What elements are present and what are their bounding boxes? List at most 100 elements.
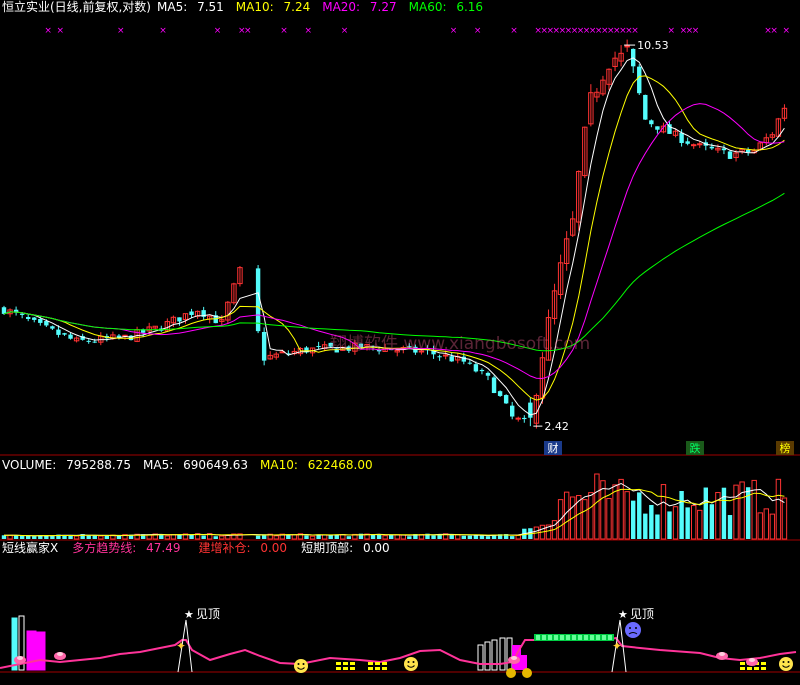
volume-bar: [733, 484, 739, 540]
candle-body: [727, 151, 733, 159]
indicator-title: 短线赢家X: [2, 541, 59, 555]
volume-bar: [606, 498, 612, 540]
tag-label: 榜: [780, 441, 791, 455]
yellow-block: [343, 662, 348, 665]
candle-body: [449, 356, 454, 362]
volume-bar: [219, 535, 225, 540]
volume-bar: [394, 534, 400, 540]
volume-bar: [624, 491, 630, 540]
candle-body: [709, 146, 715, 149]
volume-bar: [643, 513, 648, 539]
yellow-block: [343, 667, 348, 670]
candle-body: [68, 334, 73, 339]
volume-bar: [19, 535, 25, 539]
volume-bar: [709, 504, 715, 539]
top-signal-label: 见顶: [630, 607, 654, 621]
candle-body: [515, 417, 521, 420]
candle-body: [473, 364, 479, 372]
candle-body: [624, 45, 630, 48]
candle-body: [491, 377, 497, 394]
volume-bar: [455, 534, 461, 540]
indicator-bar: [506, 637, 513, 671]
yellow-block: [368, 662, 373, 665]
top-signal-label: 见顶: [196, 607, 220, 621]
candle-body: [479, 369, 485, 372]
sad-face-icon: [625, 622, 641, 638]
candle-body: [86, 340, 91, 342]
volume-header: VOLUME: 795288.75 MA5: 690649.63 MA10: 622…: [2, 458, 385, 472]
candle-body: [721, 148, 727, 151]
signal-cross: ×: [159, 26, 167, 36]
candle-body: [44, 321, 49, 326]
sad-face-eye: [635, 627, 637, 629]
signal-cross: ×: [244, 26, 252, 36]
volume-bar: [721, 487, 727, 539]
candle-body: [26, 317, 31, 319]
add-position-cell: [560, 635, 564, 640]
candle-body: [691, 144, 697, 147]
yellow-block: [375, 662, 380, 665]
ma20-label: MA20: 7.27: [322, 0, 397, 14]
min-price-label: 2.42: [544, 420, 569, 433]
volume-bar: [189, 534, 194, 539]
yellow-block: [747, 667, 752, 670]
volume-bar: [781, 497, 788, 540]
yellow-block: [761, 667, 766, 670]
yellow-block: [375, 667, 380, 670]
add-position-cell: [590, 635, 594, 640]
signal-cross: ×: [510, 26, 518, 36]
indicator-bar: [35, 631, 46, 671]
smiley-eye: [412, 661, 415, 663]
volume-bar: [389, 534, 394, 539]
signal-cross: ×: [668, 26, 676, 36]
volume-bar: [261, 534, 267, 539]
candle-body: [643, 94, 648, 120]
volume-bar: [775, 478, 782, 540]
flower-petal: [17, 656, 23, 660]
volume-bar: [515, 534, 521, 540]
volume-bar: [98, 535, 104, 540]
candle-body: [189, 311, 194, 315]
volume-bar: [7, 534, 13, 540]
volume-bar: [751, 479, 757, 540]
candle-body: [437, 356, 442, 358]
volume-bar: [660, 484, 667, 540]
candle-body: [697, 143, 703, 146]
volume-bar: [376, 534, 382, 539]
volume-bar: [655, 514, 660, 539]
flower-petal: [511, 656, 517, 660]
candle-body: [485, 372, 491, 376]
yellow-block: [754, 667, 759, 670]
candle-body: [62, 333, 67, 335]
volume-bar: [201, 535, 206, 539]
flower-petal: [57, 652, 63, 656]
volume-bar: [304, 535, 309, 539]
candle-body: [261, 331, 267, 361]
volume-bar: [588, 492, 594, 540]
short-top-label: 短期顶部: 0.00: [301, 541, 390, 555]
volume-bar: [104, 535, 110, 539]
smiley-eye: [407, 661, 410, 663]
volume-bar: [50, 536, 55, 539]
volume-bar: [26, 535, 31, 539]
indicator-bar: [491, 639, 498, 671]
tag-label: 财: [548, 441, 559, 455]
smiley-eye: [297, 663, 300, 665]
candle-body: [50, 326, 55, 329]
candle-body: [92, 341, 97, 343]
add-position-cell: [602, 635, 606, 640]
money-bag-icon: [506, 668, 516, 678]
indicator-header: 短线赢家X 多方趋势线: 47.49 建增补仓: 0.00 短期顶部: 0.00: [2, 541, 402, 555]
candle-body: [442, 354, 449, 357]
candle-body: [32, 317, 37, 320]
volume-bar: [667, 511, 672, 539]
tag-label: 跌: [690, 441, 701, 455]
ma10-label: MA10: 7.24: [235, 0, 311, 14]
candle-body: [685, 141, 690, 144]
candle-body: [467, 362, 473, 364]
volume-bar: [461, 535, 466, 539]
signal-cross: ×: [44, 26, 52, 36]
gold-star-icon: ✦: [612, 639, 622, 653]
candle-body: [497, 391, 503, 396]
stock-title: 恒立实业(日线,前复权,对数): [2, 0, 151, 14]
